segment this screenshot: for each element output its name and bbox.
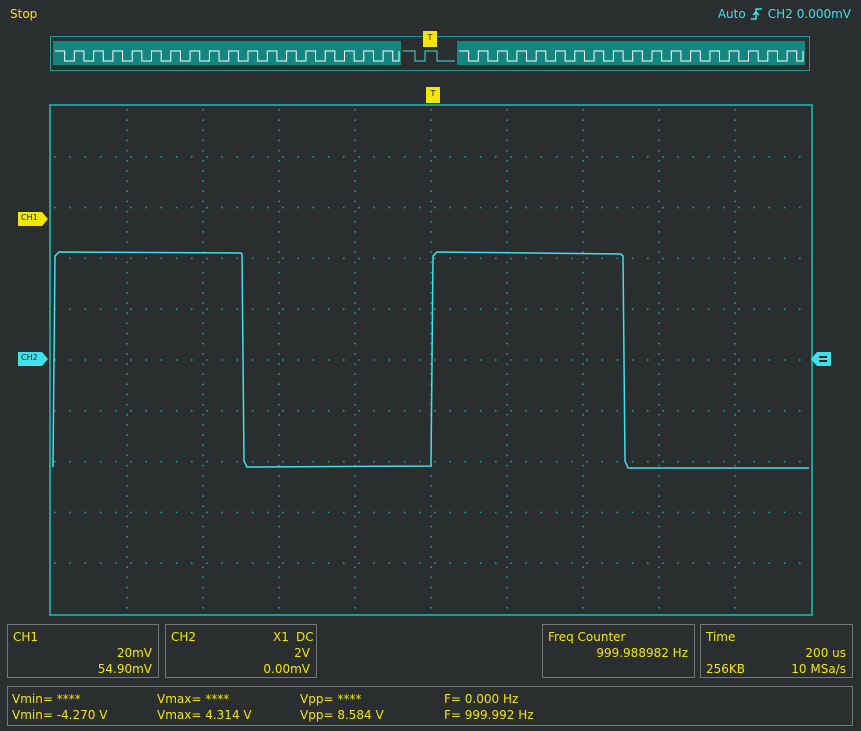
trigger-level-marker[interactable]	[811, 352, 831, 366]
trigger-level-arrow-icon	[811, 352, 831, 366]
trigger-position-marker-overview[interactable]: T	[423, 31, 437, 47]
meas-freq-2: F= 999.992 Hz	[444, 708, 534, 722]
ch2-level-marker[interactable]: CH2	[18, 352, 50, 366]
sample-rate: 10 MSa/s	[791, 662, 846, 676]
time-info-box[interactable]: Time 200 us 256KB 10 MSa/s	[700, 624, 853, 678]
graticule	[52, 109, 809, 609]
run-status[interactable]: Stop	[10, 7, 37, 21]
meas-vpp-1: Vpp= ****	[300, 692, 362, 706]
ch2-coupling: DC	[296, 630, 314, 644]
ch2-probe: X1	[273, 630, 289, 644]
trigger-info[interactable]: Auto CH2 0.000mV	[718, 7, 851, 21]
time-scale: 200 us	[805, 646, 846, 660]
ch2-offset: 0.00mV	[263, 662, 310, 676]
ch2-marker-label: CH2	[21, 353, 38, 362]
ch2-info-box[interactable]: CH2 X1 DC 2V 0.00mV	[165, 624, 317, 678]
meas-vmax-2: Vmax= 4.314 V	[157, 708, 252, 722]
measurements-box[interactable]: Vmin= **** Vmax= **** Vpp= **** F= 0.000…	[7, 686, 853, 726]
waveform-display[interactable]	[49, 104, 813, 616]
ch2-scale: 2V	[294, 646, 310, 660]
ch1-scale: 20mV	[116, 646, 152, 660]
memory-depth: 256KB	[706, 662, 746, 676]
meas-vmin-2: Vmin= -4.270 V	[12, 708, 108, 722]
trigger-level: 0.000mV	[796, 7, 851, 21]
freq-counter-box[interactable]: Freq Counter 999.988982 Hz	[542, 624, 695, 678]
trigger-mode: Auto	[717, 7, 746, 21]
meas-vmin-1: Vmin= ****	[12, 692, 81, 706]
trigger-position-marker[interactable]: T	[426, 87, 440, 103]
ch1-title: CH1	[13, 630, 39, 644]
ch2-waveform	[52, 251, 809, 469]
freq-counter-title: Freq Counter	[548, 630, 626, 644]
ch2-title: CH2	[171, 630, 197, 644]
ch1-marker-label: CH1	[21, 213, 38, 222]
rising-edge-icon	[750, 8, 762, 20]
trigger-source: CH2	[767, 7, 793, 21]
ch1-level-marker[interactable]: CH1	[18, 212, 50, 226]
meas-vpp-2: Vpp= 8.584 V	[300, 708, 384, 722]
ch1-offset: 54.90mV	[97, 662, 152, 676]
meas-freq-1: F= 0.000 Hz	[444, 692, 519, 706]
time-title: Time	[706, 630, 736, 644]
freq-counter-value: 999.988982 Hz	[596, 646, 688, 660]
ch1-info-box[interactable]: CH1 20mV 54.90mV	[7, 624, 159, 678]
meas-vmax-1: Vmax= ****	[157, 692, 230, 706]
